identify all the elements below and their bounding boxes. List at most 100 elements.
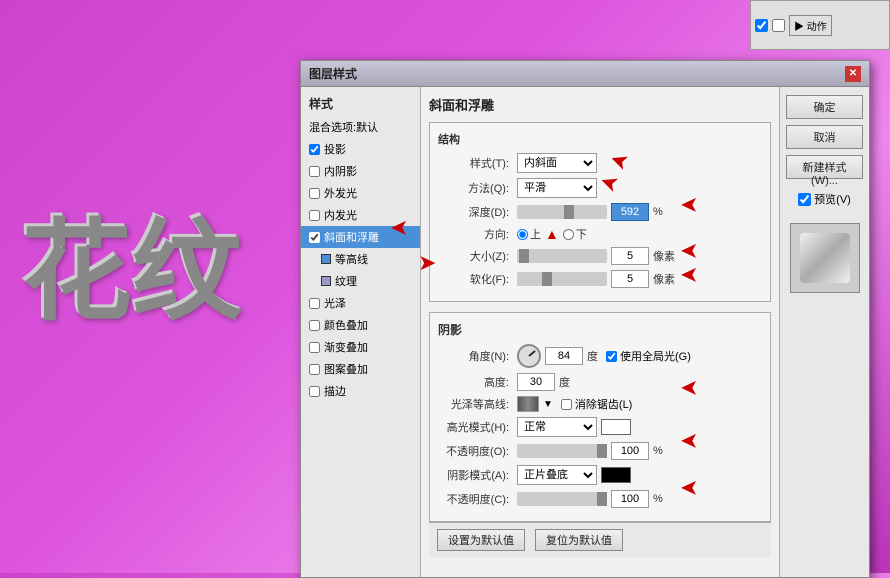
style-item-drop-shadow[interactable]: 投影 [301, 138, 420, 160]
top-right-panel: ▶ 动作 [750, 0, 890, 50]
satin-label: 光泽 [324, 295, 346, 311]
style-item-contour[interactable]: 等高线 [301, 248, 420, 270]
highlight-mode-select[interactable]: 正常 滤色 叠加 [517, 417, 597, 437]
depth-row: 深度(D): % [438, 203, 762, 221]
direction-up-label[interactable]: 上 [517, 226, 541, 242]
cancel-button[interactable]: 取消 [786, 125, 863, 149]
shadow-mode-row: 阴影模式(A): 正片叠底 正常 叠加 [438, 465, 762, 485]
action-button[interactable]: ▶ 动作 [789, 15, 832, 36]
anti-alias-checkbox[interactable] [561, 399, 572, 410]
set-default-button[interactable]: 设置为默认值 [437, 529, 525, 551]
color-overlay-checkbox[interactable] [309, 320, 320, 331]
soften-row: 软化(F): 像素 [438, 270, 762, 288]
style-item-gradient-overlay[interactable]: 渐变叠加 [301, 336, 420, 358]
arrow-shadow: ➤ [680, 475, 698, 501]
gloss-row: 光泽等高线: ▼ 消除锯齿(L) [438, 396, 762, 412]
global-light-text: 使用全局光(G) [620, 348, 691, 364]
altitude-input[interactable] [517, 373, 555, 391]
highlight-opacity-input[interactable] [611, 442, 649, 460]
soften-label: 软化(F): [438, 271, 513, 287]
style-select[interactable]: 内斜面 外斜面 浮雕效果 枕状浮雕 描边浮雕 [517, 153, 597, 173]
dialog-title: 图层样式 [309, 65, 357, 82]
highlight-opacity-label: 不透明度(O): [438, 443, 513, 459]
new-style-button[interactable]: 新建样式(W)... [786, 155, 863, 179]
inner-shadow-checkbox[interactable] [309, 166, 320, 177]
shadow-opacity-label: 不透明度(C): [438, 491, 513, 507]
up-arrow-icon: ▲ [545, 226, 559, 242]
confirm-button[interactable]: 确定 [786, 95, 863, 119]
angle-input[interactable] [545, 347, 583, 365]
reset-default-button[interactable]: 复位为默认值 [535, 529, 623, 551]
style-item-inner-shadow[interactable]: 内阴影 [301, 160, 420, 182]
blend-options-item[interactable]: 混合选项:默认 [301, 116, 420, 138]
highlight-opacity-slider[interactable] [517, 444, 607, 458]
direction-down-label[interactable]: 下 [563, 226, 587, 242]
highlight-opacity-unit: % [653, 445, 663, 457]
direction-up-radio[interactable] [517, 229, 528, 240]
satin-checkbox[interactable] [309, 298, 320, 309]
gradient-overlay-checkbox[interactable] [309, 342, 320, 353]
contour-dropdown-icon[interactable]: ▼ [543, 399, 553, 410]
anti-alias-text: 消除锯齿(L) [575, 396, 632, 412]
shadow-mode-select[interactable]: 正片叠底 正常 叠加 [517, 465, 597, 485]
style-item-texture[interactable]: 纹理 [301, 270, 420, 292]
style-item-color-overlay[interactable]: 颜色叠加 [301, 314, 420, 336]
arrow-size: ➤ [680, 238, 698, 264]
size-input[interactable] [611, 247, 649, 265]
pattern-overlay-label: 图案叠加 [324, 361, 368, 377]
texture-label: 纹理 [335, 273, 357, 289]
color-overlay-label: 颜色叠加 [324, 317, 368, 333]
arrow-altitude: ➤ [680, 375, 698, 401]
drop-shadow-checkbox[interactable] [309, 144, 320, 155]
bg-chinese-text: 花纹 [20, 180, 240, 340]
stroke-checkbox[interactable] [309, 386, 320, 397]
global-light-label[interactable]: 使用全局光(G) [606, 348, 691, 364]
soften-input[interactable] [611, 270, 649, 288]
altitude-label: 高度: [438, 374, 513, 390]
arrow-direction: ➤ [390, 215, 408, 241]
depth-slider[interactable] [517, 205, 607, 219]
style-item-outer-glow[interactable]: 外发光 [301, 182, 420, 204]
outer-glow-checkbox[interactable] [309, 188, 320, 199]
shadow-opacity-slider[interactable] [517, 492, 607, 506]
depth-label: 深度(D): [438, 204, 513, 220]
altitude-degree: 度 [559, 374, 570, 390]
top-checkbox2[interactable] [772, 19, 785, 32]
depth-input[interactable] [611, 203, 649, 221]
depth-unit: % [653, 206, 663, 218]
style-item-pattern-overlay[interactable]: 图案叠加 [301, 358, 420, 380]
arrow-left: ➤ [418, 250, 436, 276]
blend-options-label: 混合选项:默认 [309, 119, 378, 135]
top-checkbox[interactable] [755, 19, 768, 32]
style-item-satin[interactable]: 光泽 [301, 292, 420, 314]
global-light-checkbox[interactable] [606, 351, 617, 362]
preview-text: 预览(V) [814, 191, 851, 207]
shadow-opacity-input[interactable] [611, 490, 649, 508]
direction-down-radio[interactable] [563, 229, 574, 240]
anti-alias-label[interactable]: 消除锯齿(L) [561, 396, 632, 412]
highlight-mode-label: 高光模式(H): [438, 419, 513, 435]
size-row: 大小(Z): 像素 [438, 247, 762, 265]
style-item-stroke[interactable]: 描边 [301, 380, 420, 402]
preview-label[interactable]: 预览(V) [786, 191, 863, 207]
size-slider[interactable] [517, 249, 607, 263]
angle-dial[interactable] [517, 344, 541, 368]
soften-slider[interactable] [517, 272, 607, 286]
texture-color [321, 276, 331, 286]
highlight-color-swatch[interactable] [601, 419, 631, 435]
contour-preview[interactable] [517, 396, 539, 412]
dialog-body: 样式 混合选项:默认 投影 内阴影 外发光 内发光 斜面和 [301, 87, 869, 577]
pattern-overlay-checkbox[interactable] [309, 364, 320, 375]
structure-box: 结构 样式(T): 内斜面 外斜面 浮雕效果 枕状浮雕 描边浮雕 方法(Q): [429, 122, 771, 302]
method-select[interactable]: 平滑 雕刻清晰 雕刻柔和 [517, 178, 597, 198]
dialog-close-button[interactable]: ✕ [845, 66, 861, 82]
contour-label: 等高线 [335, 251, 368, 267]
bevel-emboss-checkbox[interactable] [309, 232, 320, 243]
inner-glow-checkbox[interactable] [309, 210, 320, 221]
bevel-emboss-label: 斜面和浮雕 [324, 229, 379, 245]
shadow-color-swatch[interactable] [601, 467, 631, 483]
direction-label: 方向: [438, 226, 513, 242]
preview-checkbox[interactable] [798, 193, 811, 206]
arrow-highlight: ➤ [680, 428, 698, 454]
preview-inner [800, 233, 850, 283]
